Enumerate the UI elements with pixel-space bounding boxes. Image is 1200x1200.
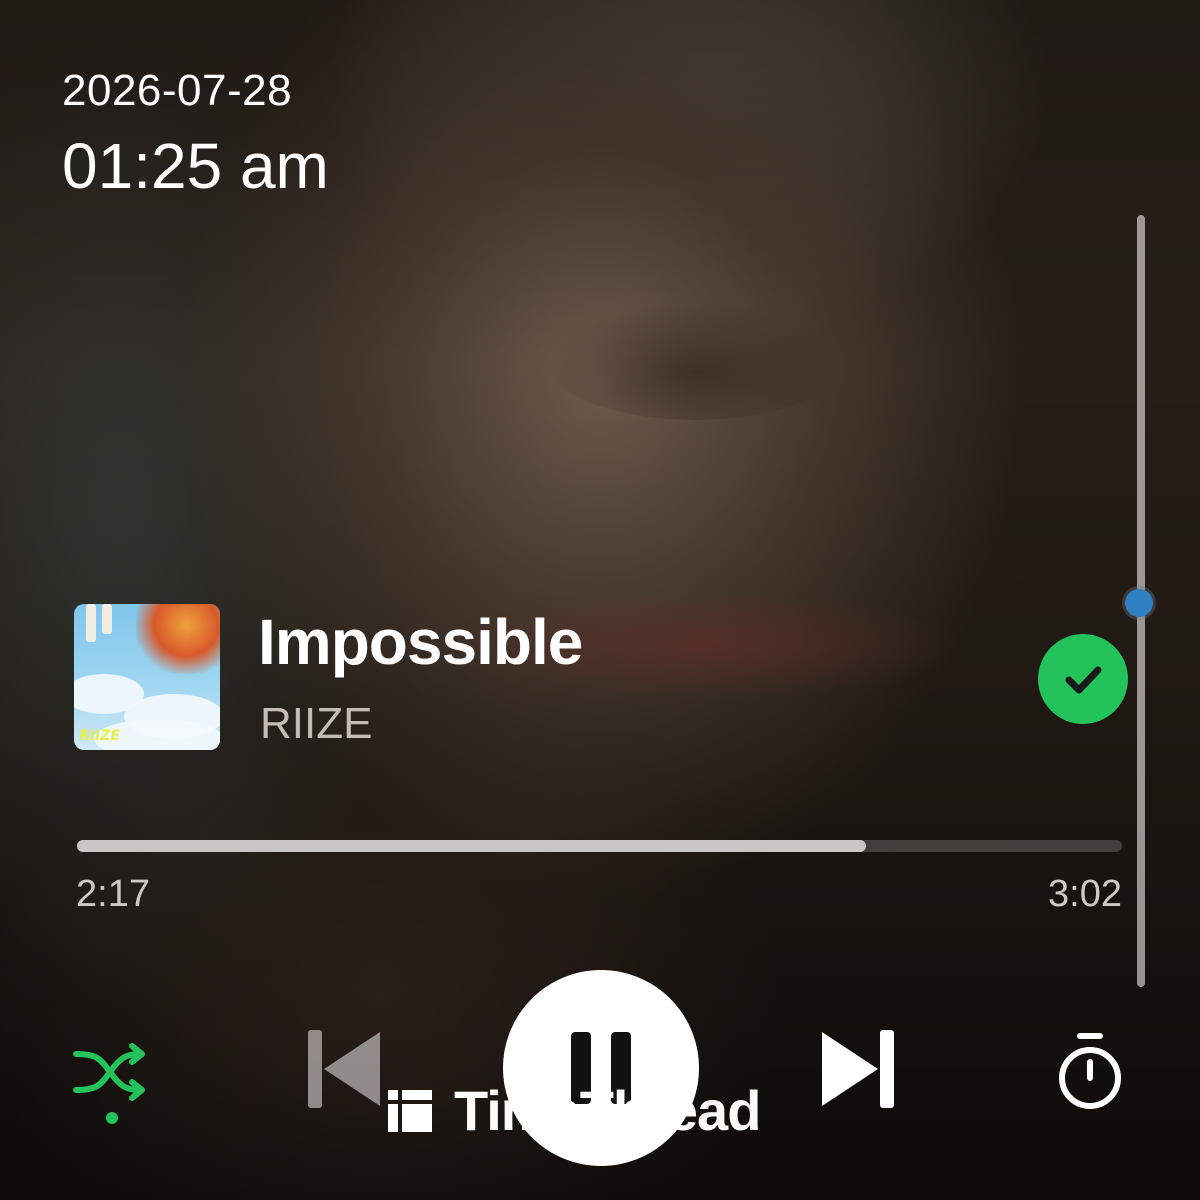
check-icon (1065, 666, 1102, 694)
volume-slider-dot (1125, 589, 1153, 617)
track-title[interactable]: Impossible (258, 604, 583, 680)
next-icon (822, 1030, 894, 1108)
volume-slider-handle[interactable] (1122, 586, 1156, 620)
next-button[interactable] (816, 1026, 902, 1112)
sleep-timer-icon (1059, 1033, 1121, 1109)
pause-icon (571, 1032, 631, 1104)
sleep-timer-button[interactable] (1052, 1030, 1128, 1114)
playback-progress-fill (77, 840, 866, 852)
playback-position: 2:17 (76, 873, 150, 915)
pause-button[interactable] (503, 970, 699, 1166)
liked-button[interactable] (1038, 634, 1128, 724)
shuffle-button[interactable] (70, 1036, 154, 1126)
time-label: 01:25 am (62, 130, 329, 202)
shuffle-icon (73, 1043, 145, 1124)
date-label: 2026-07-28 (62, 66, 293, 115)
previous-icon (308, 1030, 380, 1108)
album-art-figure (86, 604, 96, 642)
track-artist[interactable]: RIIZE (260, 698, 372, 750)
previous-button[interactable] (300, 1026, 386, 1112)
album-art-figure (102, 604, 112, 634)
album-art[interactable]: RIIZE (74, 604, 220, 750)
album-art-figure (136, 604, 220, 674)
playback-progress-bar[interactable] (77, 840, 1122, 852)
album-art-logo: RIIZE (79, 728, 120, 744)
track-duration: 3:02 (1048, 873, 1122, 915)
